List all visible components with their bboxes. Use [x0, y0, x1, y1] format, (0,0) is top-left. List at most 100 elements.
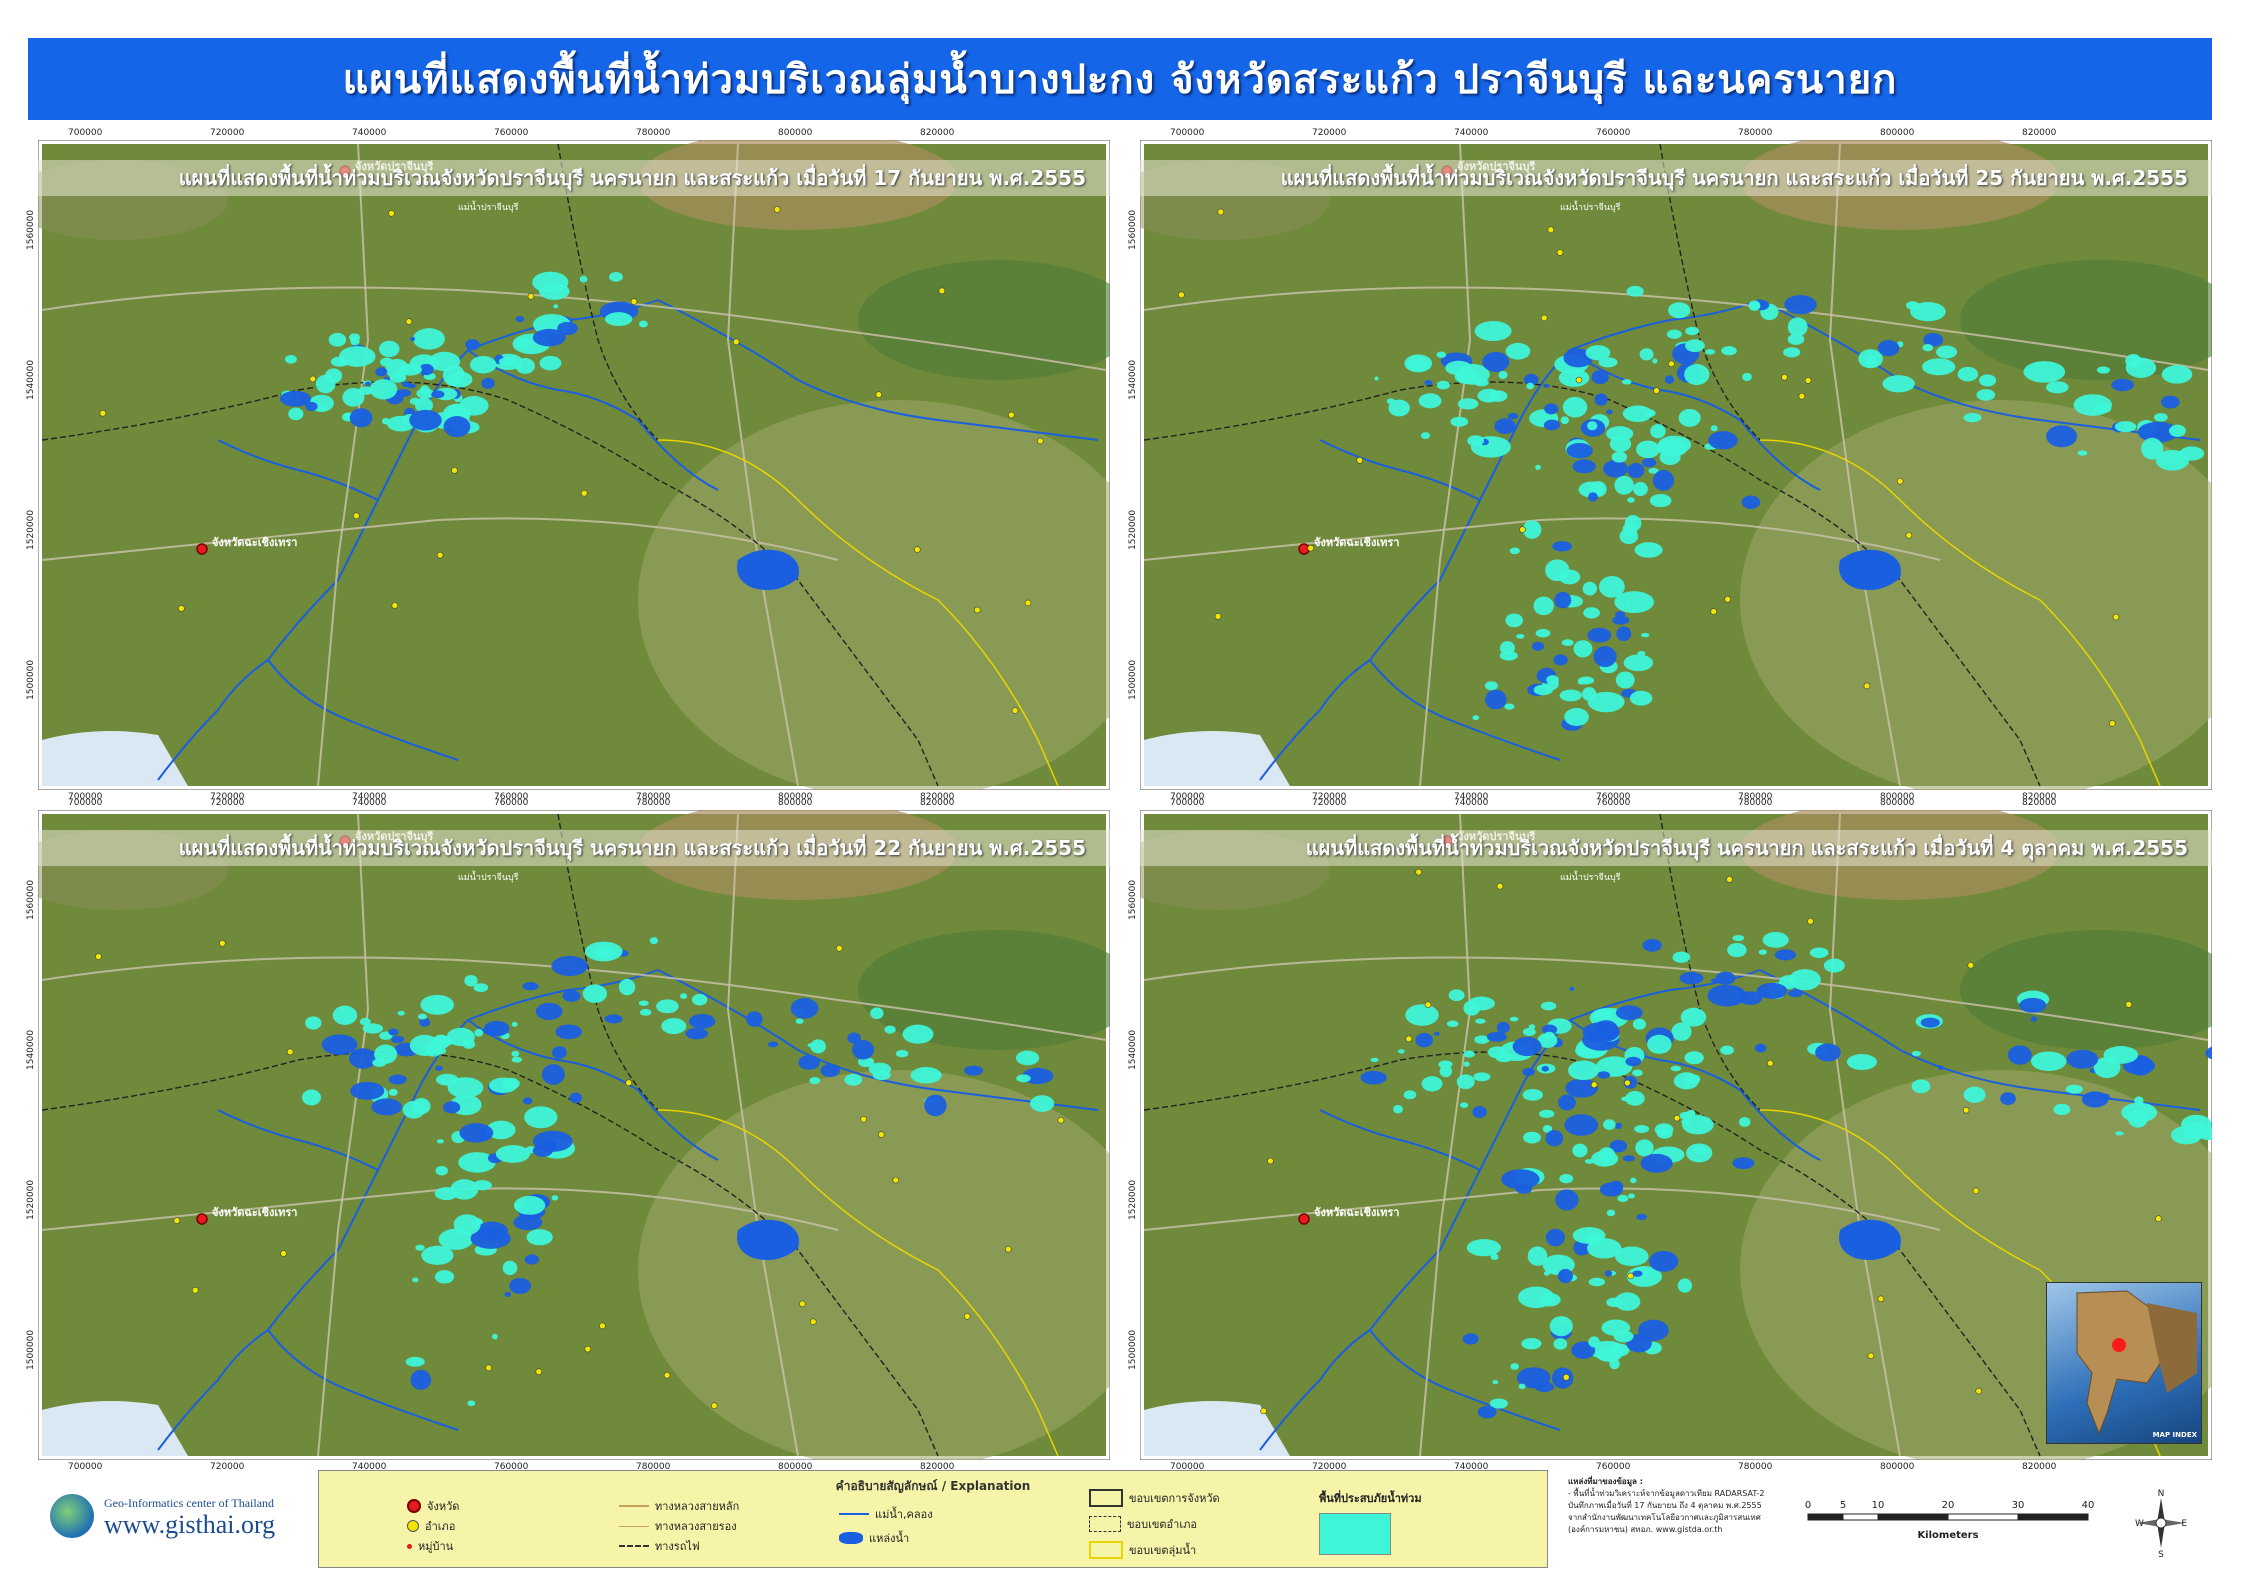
- flood-area: [2115, 1131, 2124, 1136]
- flood-area: [1553, 1338, 1568, 1350]
- flood-area: [1535, 628, 1551, 638]
- flood-area: [1559, 1173, 1574, 1184]
- district-marker: [1972, 1187, 1980, 1195]
- panel-caption-oct4: แผนที่แสดงพื้นที่น้ำท่วมบริเวณจังหวัดปรา…: [1140, 830, 2212, 866]
- axis-tick-y: 1560000: [1128, 209, 1138, 250]
- flood-area: [1545, 559, 1570, 582]
- flood-area: [1406, 358, 1430, 371]
- flood-area: [1518, 1383, 1526, 1390]
- flood-area: [1642, 939, 1662, 952]
- district-marker: [1627, 1272, 1634, 1280]
- flood-area: [1583, 607, 1600, 619]
- flood-area: [1560, 416, 1570, 425]
- district-marker: [1496, 882, 1504, 890]
- flood-area: [1637, 651, 1646, 656]
- flood-area: [511, 1056, 523, 1063]
- flood-area: [1418, 393, 1442, 409]
- axis-tick-y: 1520000: [1128, 1179, 1138, 1220]
- flood-area: [1450, 416, 1469, 427]
- flood-area: [405, 1356, 425, 1367]
- map-panel-sep22: จังหวัดปราจีนบุรีจังหวัดฉะเชิงเทราแม่น้ำ…: [26, 798, 1110, 1472]
- flood-area: [1545, 1129, 1564, 1147]
- flood-area: [1485, 689, 1507, 710]
- flood-area: [381, 417, 390, 425]
- axis-tick-x: 820000: [932, 140, 963, 141]
- flood-area: [472, 1180, 492, 1191]
- legend-district: อำเภอ: [407, 1517, 455, 1535]
- flood-area: [1604, 1270, 1613, 1277]
- flood-area: [1649, 493, 1672, 508]
- flood-area: [1632, 1069, 1643, 1077]
- district-marker: [1424, 1001, 1432, 1008]
- district-marker: [1562, 1374, 1570, 1381]
- flood-area: [1705, 349, 1716, 355]
- flood-area: [1906, 301, 1920, 310]
- district-marker: [1217, 208, 1225, 216]
- flood-area: [317, 405, 326, 412]
- flood-area: [1507, 412, 1519, 420]
- flood-area: [639, 1008, 652, 1016]
- flood-area: [562, 990, 581, 1002]
- flood-area: [1668, 302, 1691, 319]
- axis-tick-x: 720000: [222, 810, 253, 811]
- flood-area: [1526, 382, 1535, 390]
- flood-area: [1670, 1065, 1682, 1072]
- axis-tick-x-top: 800000: [1880, 798, 1915, 808]
- scale-label: 0: [1805, 1500, 1811, 1511]
- flood-area: [397, 1010, 405, 1016]
- flood-area: [1809, 947, 1829, 959]
- district-boundary-icon: [1089, 1516, 1121, 1532]
- flood-area: [1748, 300, 1761, 311]
- axis-tick-x: 820000: [2034, 140, 2065, 141]
- flood-area: [1522, 1027, 1536, 1037]
- district-dot-icon: [407, 1520, 419, 1532]
- map-panel-sep17: จังหวัดปราจีนบุรีจังหวัดฉะเชิงเทราแม่น้ำ…: [26, 128, 1110, 802]
- district-marker: [1896, 477, 1904, 485]
- flood-area: [1635, 1139, 1654, 1157]
- flood-area: [1783, 347, 1801, 358]
- flood-area: [1937, 1065, 1944, 1071]
- flood-area: [495, 1145, 531, 1163]
- legend-village: หมู่บ้าน: [407, 1537, 453, 1555]
- axis-tick-x: 760000: [506, 810, 537, 811]
- flood-area: [691, 993, 708, 1006]
- river-line-icon: [839, 1513, 869, 1515]
- axis-tick-x-top: 740000: [1454, 798, 1489, 808]
- flood-area: [1505, 342, 1531, 360]
- district-marker: [773, 206, 781, 213]
- flood-area: [1920, 1017, 1940, 1028]
- district-marker: [625, 1079, 633, 1087]
- flood-area: [1654, 1123, 1674, 1136]
- flood-area: [1727, 943, 1747, 958]
- flood-area: [378, 340, 400, 358]
- flood-area: [604, 1014, 623, 1024]
- flood-area: [1587, 421, 1598, 431]
- flood-area: [649, 937, 658, 945]
- flood-area: [1710, 425, 1718, 432]
- flood-area: [412, 1277, 419, 1283]
- flood-area: [284, 354, 297, 364]
- flood-area: [1564, 707, 1589, 726]
- flood-area: [1594, 393, 1608, 406]
- flood-area: [1788, 989, 1803, 998]
- flood-area: [551, 955, 588, 977]
- province-marker: [1298, 1213, 1310, 1225]
- district-marker: [1877, 1295, 1885, 1303]
- province-boundary-icon: [1089, 1489, 1123, 1507]
- data-source: แหล่งที่มาของข้อมูล : - พื้นที่น้ำท่วมวิ…: [1568, 1477, 1765, 1534]
- flood-area: [446, 1027, 475, 1047]
- flood-area: [488, 1077, 518, 1093]
- flood-area: [398, 363, 422, 376]
- flood-area: [417, 1013, 428, 1020]
- flood-area: [868, 1062, 891, 1076]
- axis-tick-x-top: 740000: [1454, 128, 1489, 138]
- district-marker: [938, 287, 946, 295]
- compass-w: W: [2135, 1519, 2144, 1529]
- axis-tick-x: 700000: [80, 810, 111, 811]
- district-marker: [1766, 1059, 1774, 1067]
- footer: Geo-Informatics center of Thailand www.g…: [28, 1468, 2212, 1578]
- district-marker: [1967, 961, 1975, 969]
- flood-area: [1555, 1189, 1579, 1211]
- axis-tick-y: 1540000: [26, 1029, 36, 1070]
- flood-area: [1477, 1405, 1497, 1419]
